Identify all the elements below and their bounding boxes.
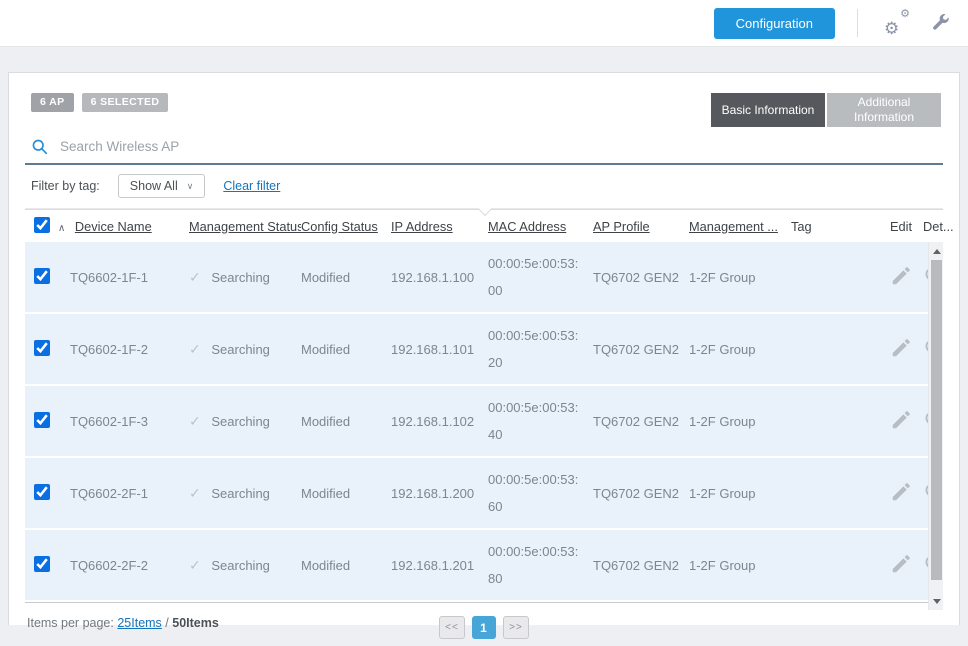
cell-config-status: Modified: [301, 270, 391, 285]
search-bar: [25, 134, 943, 165]
cell-config-status: Modified: [301, 414, 391, 429]
row-checkbox[interactable]: [34, 412, 50, 428]
header-tag: Tag: [791, 219, 812, 234]
status-check-icon: ✓: [189, 341, 201, 357]
pagination-prev-button[interactable]: <<: [439, 616, 465, 639]
table-row[interactable]: TQ6602-1F-1 ✓ Searching Modified 192.168…: [25, 242, 943, 312]
status-check-icon: ✓: [189, 413, 201, 429]
cell-device-name: TQ6602-2F-1: [70, 486, 148, 501]
cell-config-status: Modified: [301, 558, 391, 573]
header-edit: Edit: [890, 219, 912, 234]
header-config-status[interactable]: Config Status: [301, 219, 378, 234]
table-row[interactable]: TQ6602-2F-2 ✓ Searching Modified 192.168…: [25, 530, 943, 600]
cell-mac-address: 00:00:5e:00:53:20: [488, 322, 582, 377]
cell-device-name: TQ6602-1F-3: [70, 414, 148, 429]
pagination-next-button[interactable]: >>: [503, 616, 529, 639]
info-tabs: Basic Information Additional Information: [711, 93, 941, 127]
configuration-button[interactable]: Configuration: [714, 8, 835, 39]
cell-management-status: Searching: [211, 342, 270, 357]
cell-mac-address: 00:00:5e:00:53:80: [488, 538, 582, 593]
cell-mac-address: 00:00:5e:00:53:00: [488, 250, 582, 305]
cell-management-group: 1-2F Group: [689, 486, 791, 501]
filter-by-tag-label: Filter by tag:: [31, 179, 100, 193]
header-ap-profile[interactable]: AP Profile: [593, 219, 650, 234]
tag-filter-value: Show All: [130, 179, 178, 193]
ap-count-badge: 6 AP: [31, 93, 74, 112]
header-mac-address[interactable]: MAC Address: [488, 219, 566, 234]
table-row[interactable]: TQ6602-1F-2 ✓ Searching Modified 192.168…: [25, 314, 943, 384]
tab-additional-information[interactable]: Additional Information: [827, 93, 941, 127]
header-management-status[interactable]: Management Status: [189, 219, 301, 234]
table-header-row: ∧ Device Name Management Status Config S…: [25, 209, 943, 242]
cell-ip-address: 192.168.1.100: [391, 270, 488, 285]
tag-filter-dropdown[interactable]: Show All ∨: [118, 174, 206, 198]
search-icon: [31, 138, 48, 155]
clear-filter-link[interactable]: Clear filter: [223, 179, 280, 193]
pagination: << 1 >>: [25, 616, 943, 639]
table-row[interactable]: TQ6602-1F-3 ✓ Searching Modified 192.168…: [25, 386, 943, 456]
cell-ap-profile: TQ6702 GEN2: [593, 342, 689, 357]
cell-mac-address: 00:00:5e:00:53:60: [488, 466, 582, 521]
status-check-icon: ✓: [189, 485, 201, 501]
header-device-name[interactable]: Device Name: [75, 219, 152, 234]
cell-ap-profile: TQ6702 GEN2: [593, 558, 689, 573]
cell-mac-address: 00:00:5e:00:53:40: [488, 394, 582, 449]
cell-device-name: TQ6602-2F-2: [70, 558, 148, 573]
sort-ascending-icon: ∧: [58, 223, 65, 234]
edit-pencil-icon[interactable]: [890, 337, 912, 359]
cell-ap-profile: TQ6702 GEN2: [593, 270, 689, 285]
cell-config-status: Modified: [301, 342, 391, 357]
row-checkbox[interactable]: [34, 268, 50, 284]
cell-device-name: TQ6602-1F-1: [70, 270, 148, 285]
edit-pencil-icon[interactable]: [890, 481, 912, 503]
wrench-tools-icon[interactable]: [930, 13, 950, 33]
row-checkbox[interactable]: [34, 484, 50, 500]
header-ip-address[interactable]: IP Address: [391, 219, 453, 234]
cell-management-status: Searching: [211, 486, 270, 501]
table-row[interactable]: TQ6602-2F-1 ✓ Searching Modified 192.168…: [25, 458, 943, 528]
cell-management-status: Searching: [211, 414, 270, 429]
cell-ip-address: 192.168.1.102: [391, 414, 488, 429]
cell-device-name: TQ6602-1F-2: [70, 342, 148, 357]
selected-count-badge: 6 SELECTED: [82, 93, 169, 112]
cell-ap-profile: TQ6702 GEN2: [593, 486, 689, 501]
wireless-ap-panel: 6 AP 6 SELECTED Basic Information Additi…: [8, 72, 960, 625]
status-check-icon: ✓: [189, 269, 201, 285]
cell-management-group: 1-2F Group: [689, 414, 791, 429]
header-details: Det...: [923, 219, 954, 234]
cell-config-status: Modified: [301, 486, 391, 501]
table-body: TQ6602-1F-1 ✓ Searching Modified 192.168…: [25, 242, 943, 600]
chevron-down-icon: ∨: [187, 181, 194, 192]
cell-ip-address: 192.168.1.200: [391, 486, 488, 501]
count-badges: 6 AP 6 SELECTED: [25, 93, 168, 112]
row-checkbox[interactable]: [34, 340, 50, 356]
cell-ip-address: 192.168.1.101: [391, 342, 488, 357]
cell-management-group: 1-2F Group: [689, 558, 791, 573]
header-management-group[interactable]: Management ...: [689, 219, 778, 234]
scrollbar-thumb[interactable]: [931, 260, 942, 580]
cell-management-status: Searching: [211, 558, 270, 573]
edit-pencil-icon[interactable]: [890, 265, 912, 287]
tab-basic-information[interactable]: Basic Information: [711, 93, 825, 127]
top-bar: Configuration ⚙ ⚙: [0, 0, 968, 47]
search-input[interactable]: [60, 139, 941, 154]
topbar-divider: [857, 9, 858, 37]
scrollbar-up-arrow[interactable]: [929, 244, 944, 258]
cell-management-group: 1-2F Group: [689, 342, 791, 357]
settings-gears-icon[interactable]: ⚙ ⚙: [884, 11, 910, 35]
row-checkbox[interactable]: [34, 556, 50, 572]
cell-ap-profile: TQ6702 GEN2: [593, 414, 689, 429]
scrollbar-down-arrow[interactable]: [929, 594, 944, 608]
pagination-page-1-button[interactable]: 1: [472, 616, 496, 639]
vertical-scrollbar[interactable]: [928, 242, 943, 610]
edit-pencil-icon[interactable]: [890, 409, 912, 431]
cell-management-status: Searching: [211, 270, 270, 285]
select-all-checkbox[interactable]: [34, 217, 50, 233]
cell-management-group: 1-2F Group: [689, 270, 791, 285]
cell-ip-address: 192.168.1.201: [391, 558, 488, 573]
status-check-icon: ✓: [189, 557, 201, 573]
table-footer: Items per page: 25Items / 50Items << 1 >…: [25, 616, 943, 646]
edit-pencil-icon[interactable]: [890, 553, 912, 575]
